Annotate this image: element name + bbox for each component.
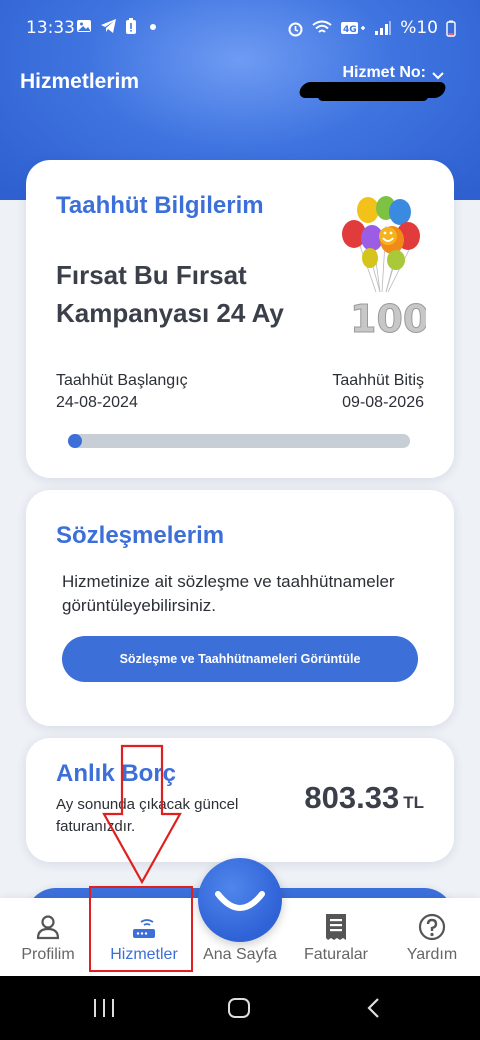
nav-label-home: Ana Sayfa [203,946,277,963]
system-navigation-bar [0,976,480,1040]
receipt-icon [324,912,348,942]
commitment-progress-bar [68,434,410,448]
commitment-card: Taahhüt Bilgilerim Fırsat Bu Fırsat Kamp… [26,160,454,478]
svg-text:4G: 4G [343,25,357,35]
start-date-block: Taahhüt Başlangıç 24-08-2024 [56,370,188,414]
svg-text:100: 100 [350,297,426,336]
redacted-service-number-stroke [318,92,428,101]
contracts-card: Sözleşmelerim Hizmetinize ait sözleşme v… [26,490,454,726]
battery-percent: %10 [400,18,438,38]
person-icon [35,912,61,942]
debt-amount-value: 803.33 [304,780,400,815]
nav-item-profile[interactable]: Profilim [0,898,96,976]
start-date-value: 24-08-2024 [56,394,138,411]
recent-apps-icon[interactable] [92,996,116,1020]
status-bar: 13:33 4G %10 [0,0,480,56]
service-number-label: Hizmet No: [342,63,426,81]
view-contracts-button[interactable]: Sözleşme ve Taahhütnameleri Görüntüle [62,636,418,682]
volte-icon: 4G [341,22,366,35]
help-icon [418,912,446,942]
gallery-icon [77,20,91,32]
commitment-heading: Taahhüt Bilgilerim [56,192,264,219]
nav-label-profile: Profilim [21,946,75,963]
back-icon[interactable] [364,996,384,1020]
contracts-description: Hizmetinize ait sözleşme ve taahhütnamel… [62,572,395,615]
wifi-icon [312,20,332,33]
campaign-name: Fırsat Bu Fırsat Kampanyası 24 Ay [56,260,284,328]
smile-icon [215,891,265,911]
contracts-heading: Sözleşmelerim [56,522,225,549]
status-time: 13:33 [26,18,75,38]
annotation-arrow [102,744,182,884]
nav-label-invoices: Faturalar [303,946,369,963]
commitment-progress-fill [68,434,82,448]
start-date-label: Taahhüt Başlangıç [56,372,188,389]
alarm-icon [288,22,303,36]
end-date-block: Taahhüt Bitiş 09-08-2026 [332,370,424,414]
signal-icon [375,21,392,35]
nav-item-invoices[interactable]: Faturalar [288,898,384,976]
annotation-highlight-box [89,886,193,972]
battery-alert-icon [126,18,136,34]
debt-amount: 803.33 TL [304,780,424,816]
home-button[interactable] [198,858,282,942]
balloons-100-icon: 100 [342,196,426,336]
nav-item-help[interactable]: Yardım [384,898,480,976]
dot-icon [150,24,156,30]
debt-currency: TL [403,793,424,812]
page-title: Hizmetlerim [20,70,140,93]
nav-label-help: Yardım [406,946,458,963]
status-right-icons: 4G %10 [287,18,456,38]
battery-icon [446,20,456,37]
debt-card[interactable]: Anlık Borç Ay sonunda çıkacak güncel fat… [26,738,454,862]
end-date-value: 09-08-2026 [342,394,424,411]
telegram-icon [101,19,116,33]
status-left-icons [76,18,161,35]
chevron-down-icon [432,68,444,83]
service-number-selector[interactable]: Hizmet No: [342,62,444,83]
home-system-icon[interactable] [226,996,252,1020]
end-date-label: Taahhüt Bitiş [332,372,424,389]
